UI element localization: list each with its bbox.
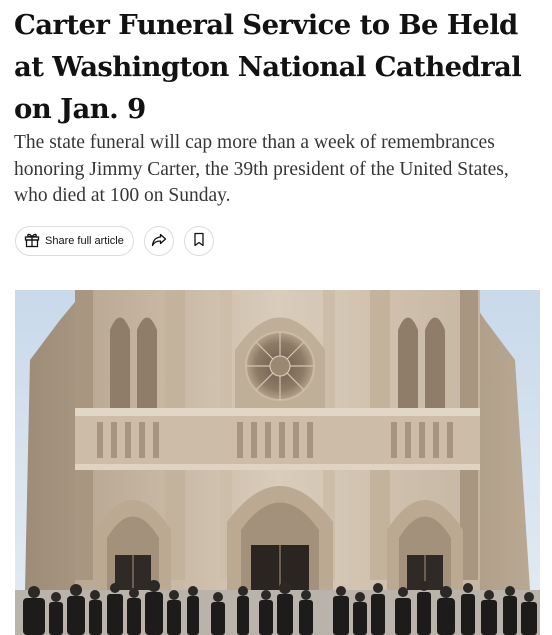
- share-full-article-button[interactable]: Share full article: [15, 226, 134, 256]
- share-arrow-icon: [151, 232, 167, 251]
- save-button[interactable]: [183, 226, 214, 256]
- share-button[interactable]: [143, 226, 174, 256]
- gift-icon: [24, 232, 40, 251]
- cathedral-image: [15, 290, 540, 635]
- share-full-article-label: Share full article: [45, 235, 124, 247]
- bookmark-icon: [193, 232, 205, 251]
- lead-photo[interactable]: [15, 290, 540, 635]
- share-toolbar: Share full article: [15, 226, 214, 256]
- article-summary: The state funeral will cap more than a w…: [14, 132, 509, 206]
- headline: Carter Funeral Service to Be Held at Was…: [14, 9, 522, 125]
